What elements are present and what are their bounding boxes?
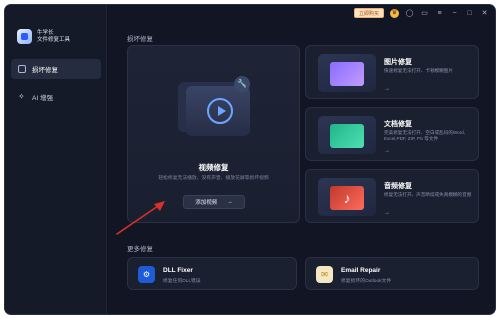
close-icon[interactable]: ✕ xyxy=(480,9,489,18)
audio-repair-desc: 修复无法打开、声音断续或失真模糊的音频 xyxy=(384,192,472,197)
sidebar-item-ai[interactable]: ✧ AI 增强 xyxy=(11,87,101,107)
email-repair-card[interactable]: ✉ Email Repair 修复损坏的Outlook文件 xyxy=(305,257,479,290)
email-repair-desc: 修复损坏的Outlook文件 xyxy=(341,279,392,284)
dll-fixer-desc: 修复任何DLL错误 xyxy=(163,279,201,284)
sidebar-item-label: AI 增强 xyxy=(32,95,53,102)
title-bar: 立即购买 ♛ ◯ ▭ ≡ − □ ✕ xyxy=(353,5,495,21)
ai-sparkle-icon: ✧ xyxy=(18,92,25,101)
arrow-right-icon: → xyxy=(384,210,390,216)
maximize-icon[interactable]: □ xyxy=(465,9,474,18)
app-window: 牛学长 文件修复工具 损坏修复 ✧ AI 增强 立即购买 ♛ ◯ ▭ ≡ − □… xyxy=(5,5,495,314)
video-repair-card[interactable]: 🔧 视频修复 轻松修复无法播放、没有声音、播放花屏等损坏视频 添加视频 → xyxy=(127,45,300,223)
repair-icon xyxy=(18,65,26,73)
arrow-right-icon: → xyxy=(227,199,233,205)
audio-repair-card[interactable]: ♪ 音频修复 修复无法打开、声音断续或失真模糊的音频 → xyxy=(305,169,479,223)
photo-repair-card[interactable]: 图片修复 快速修复无法打开、卡顿模糊图片 → xyxy=(305,45,479,99)
brand-line-1: 牛学长 xyxy=(37,30,54,36)
buy-now-button[interactable]: 立即购买 xyxy=(353,8,384,18)
audio-repair-title: 音频修复 xyxy=(384,183,412,190)
app-brand: 牛学长 文件修复工具 xyxy=(37,30,70,44)
account-icon[interactable]: ◯ xyxy=(405,9,414,18)
video-repair-desc: 轻松修复无法播放、没有声音、播放花屏等损坏视频 xyxy=(158,176,269,181)
photo-illustration xyxy=(318,54,376,92)
minimize-icon[interactable]: − xyxy=(450,9,459,18)
music-note-icon: ♪ xyxy=(330,186,364,210)
dll-fixer-title: DLL Fixer xyxy=(163,267,193,274)
play-icon xyxy=(207,98,233,124)
document-repair-title: 文档修复 xyxy=(384,121,412,128)
audio-illustration: ♪ xyxy=(318,178,376,216)
dll-fixer-icon: ⚙ xyxy=(138,266,155,283)
document-illustration xyxy=(318,116,376,154)
dll-fixer-card[interactable]: ⚙ DLL Fixer 修复任何DLL错误 xyxy=(127,257,297,290)
arrow-right-icon: → xyxy=(384,148,390,154)
email-repair-icon: ✉ xyxy=(316,266,333,283)
video-repair-title: 视频修复 xyxy=(198,163,229,172)
photo-repair-title: 图片修复 xyxy=(384,59,412,66)
image-icon xyxy=(330,62,364,86)
red-annotation-arrow xyxy=(116,201,165,235)
feedback-icon[interactable]: ▭ xyxy=(420,9,429,18)
vip-crown-icon[interactable]: ♛ xyxy=(390,8,399,18)
document-repair-card[interactable]: 文档修复 完美修复无法打开、空白或乱码的Word, Excel,PDF, ZIP… xyxy=(305,107,479,161)
section-title-repair: 损坏修复 xyxy=(127,36,153,43)
document-icon xyxy=(330,124,364,148)
photo-repair-desc: 快速修复无法打开、卡顿模糊图片 xyxy=(384,68,453,73)
add-video-button[interactable]: 添加视频 → xyxy=(183,195,245,209)
add-video-label: 添加视频 xyxy=(195,200,218,206)
arrow-right-icon: → xyxy=(384,86,390,92)
document-repair-desc: 完美修复无法打开、空白或乱码的Word, Excel,PDF, ZIP, PS … xyxy=(384,130,466,141)
brand-line-2: 文件修复工具 xyxy=(37,37,71,43)
wrench-icon: 🔧 xyxy=(234,76,250,92)
sidebar-item-repair[interactable]: 损坏修复 xyxy=(11,59,101,79)
sidebar-item-label: 损坏修复 xyxy=(32,67,58,74)
email-repair-title: Email Repair xyxy=(341,267,381,274)
sidebar: 牛学长 文件修复工具 损坏修复 ✧ AI 增强 xyxy=(5,5,107,314)
video-illustration: 🔧 xyxy=(178,76,250,136)
app-logo-icon xyxy=(17,29,32,44)
menu-icon[interactable]: ≡ xyxy=(435,9,444,18)
section-title-more: 更多修复 xyxy=(127,246,153,253)
illustration-front-panel xyxy=(186,86,250,136)
